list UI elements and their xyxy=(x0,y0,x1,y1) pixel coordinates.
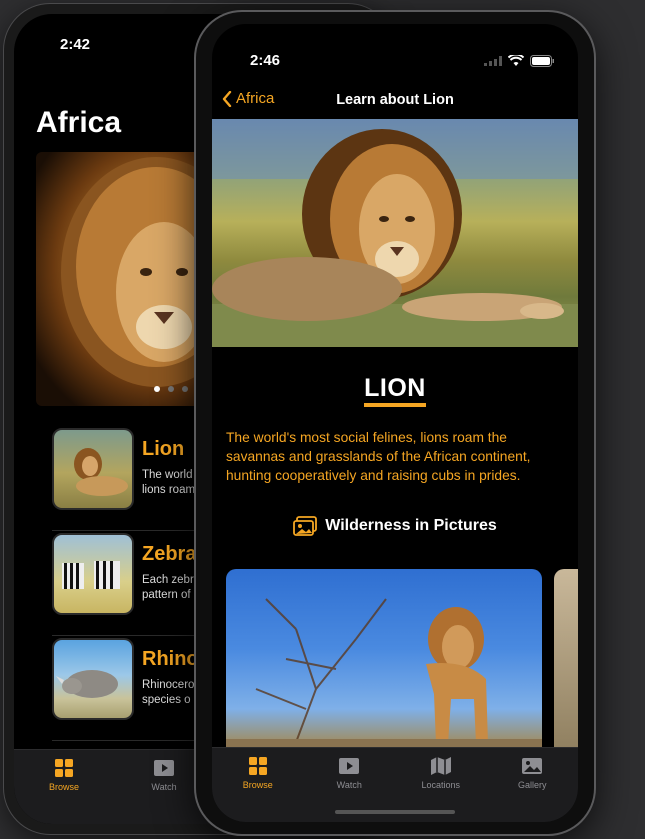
tab-browse[interactable]: Browse xyxy=(14,750,114,824)
list-item-zebra[interactable]: Zebra Each zebr pattern of xyxy=(52,531,212,636)
gallery-photo-next[interactable] xyxy=(554,569,578,769)
page-dot xyxy=(182,386,188,392)
tab-bar: Browse Watch xyxy=(14,749,214,824)
photos-icon xyxy=(293,516,318,536)
front-phone-frame: 2:46 Africa Learn about Lion LION The wo… xyxy=(196,12,594,834)
section-title: Wilderness in Pictures xyxy=(325,517,497,534)
section-header: Wilderness in Pictures xyxy=(212,516,578,536)
tab-label: Browse xyxy=(48,782,79,792)
list-item-name: Rhino xyxy=(142,648,199,670)
nav-title: Learn about Lion xyxy=(336,92,454,108)
play-icon xyxy=(339,758,360,774)
animal-list: Lion The world lions roam Zebra Each zeb… xyxy=(52,426,212,741)
list-item-name: Lion xyxy=(142,438,185,460)
tab-label: Locations xyxy=(421,780,461,790)
carousel-page-indicator[interactable] xyxy=(154,386,188,392)
walking-lion-illustration xyxy=(226,598,542,769)
map-icon xyxy=(430,757,451,775)
navigation-bar: Africa Learn about Lion xyxy=(212,82,578,118)
grid-icon xyxy=(55,759,73,777)
list-item-lion[interactable]: Lion The world lions roam xyxy=(52,426,212,531)
play-icon xyxy=(154,760,174,776)
battery-icon xyxy=(530,55,554,67)
page-dot xyxy=(154,386,160,392)
page-dot xyxy=(168,386,174,392)
rhino-thumbnail xyxy=(52,638,134,720)
animal-title: LION xyxy=(212,374,578,407)
tab-browse[interactable]: Browse xyxy=(212,748,304,822)
status-time: 2:46 xyxy=(250,52,281,69)
list-item-name: Zebra xyxy=(142,543,197,565)
animal-description: The world's most social felines, lions r… xyxy=(226,430,531,483)
status-time: 2:42 xyxy=(60,36,91,53)
tab-bar: Browse Watch Locations Gallery xyxy=(212,747,578,822)
tab-label: Watch xyxy=(336,780,362,790)
tab-label: Browse xyxy=(242,780,273,790)
tab-label: Gallery xyxy=(517,780,547,790)
home-indicator[interactable] xyxy=(335,810,455,814)
gallery-photo-lion[interactable] xyxy=(226,569,542,769)
photo-icon xyxy=(522,758,543,774)
zebra-thumbnail xyxy=(52,533,134,615)
cellular-signal-icon xyxy=(484,56,502,66)
tab-gallery[interactable]: Gallery xyxy=(487,748,579,822)
status-icons xyxy=(484,55,554,67)
list-item-rhino[interactable]: Rhino Rhinocero species o xyxy=(52,636,212,741)
tab-label: Watch xyxy=(151,782,177,792)
front-phone-screen: 2:46 Africa Learn about Lion LION The wo… xyxy=(212,24,578,822)
lying-lion-illustration xyxy=(212,119,578,347)
grid-icon xyxy=(248,757,267,775)
lion-thumbnail xyxy=(52,428,134,510)
page-title: Africa xyxy=(36,106,122,139)
hero-lion-image xyxy=(212,119,578,347)
wifi-icon xyxy=(508,55,524,66)
